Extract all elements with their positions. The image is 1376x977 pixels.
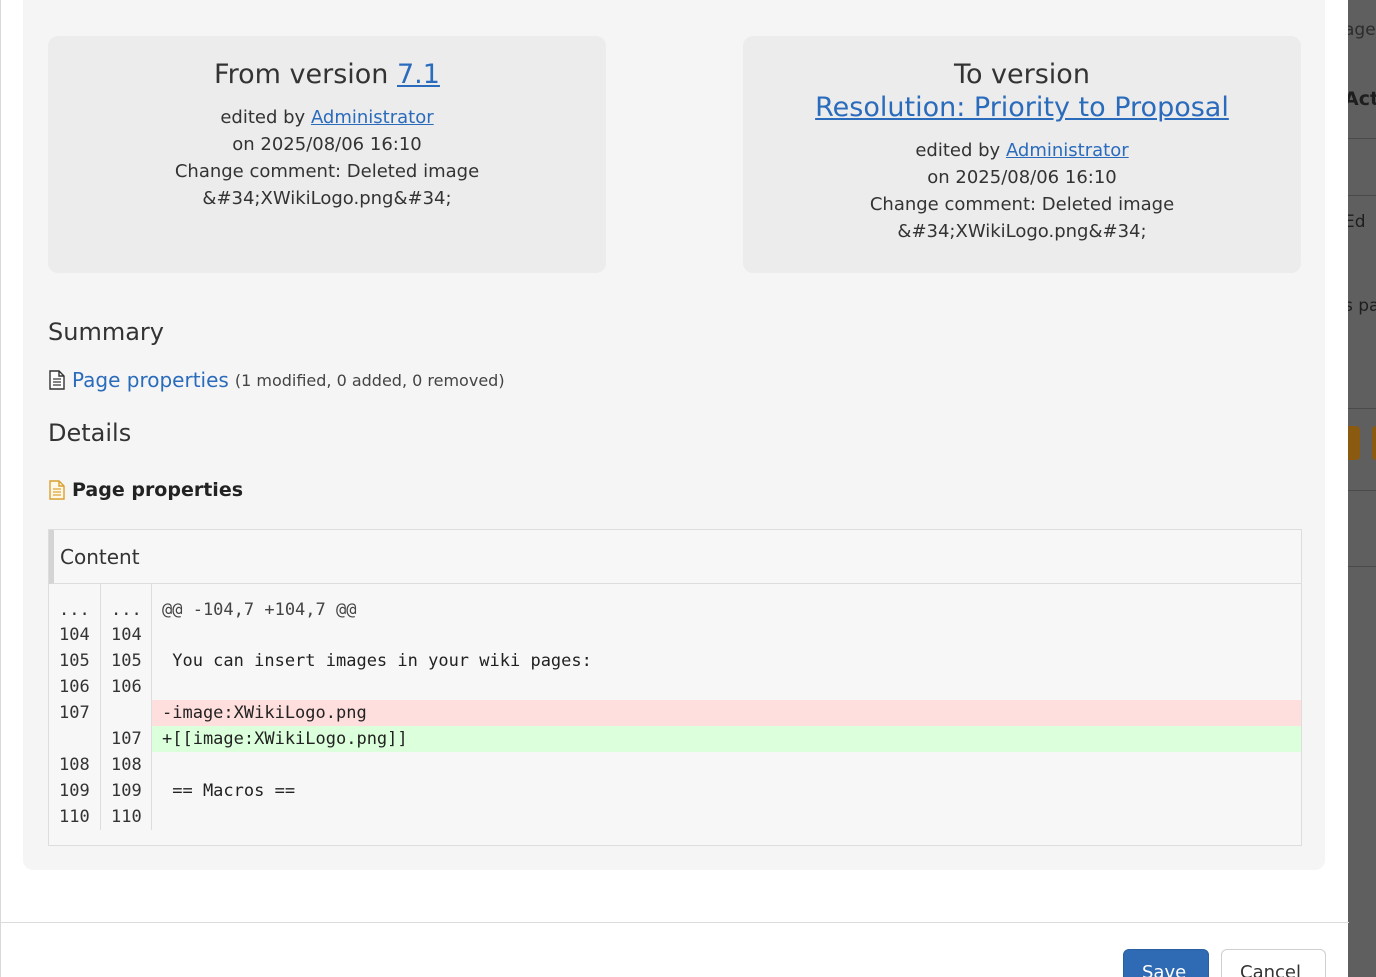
summary-heading: Summary: [48, 318, 164, 346]
details-section-title: Page properties: [48, 479, 243, 501]
old-line-number: 106: [49, 674, 101, 700]
new-line-number: 104: [101, 622, 152, 648]
compare-versions-modal: From version 7.1 edited by Administrator…: [0, 0, 1349, 977]
new-line-number: 108: [101, 752, 152, 778]
old-line-number: ...: [49, 584, 101, 622]
diff-code: +[[image:XWikiLogo.png]]: [152, 726, 1301, 752]
from-change-comment-cont: &#34;XWikiLogo.png&#34;: [202, 188, 452, 209]
diff-code: [152, 752, 1301, 778]
from-version-box: From version 7.1 edited by Administrator…: [48, 36, 606, 273]
diff-code: [152, 622, 1301, 648]
diff-context-line: 110 110: [49, 804, 1301, 830]
diff-hunk-header: ...... @@ -104,7 +104,7 @@: [49, 584, 1301, 622]
old-line-number: 108: [49, 752, 101, 778]
to-version-meta: edited by Administrator on 2025/08/06 16…: [743, 137, 1301, 245]
save-button[interactable]: Save: [1123, 949, 1209, 977]
background-divider: [1344, 195, 1376, 196]
background-divider: [1344, 138, 1376, 139]
new-line-number: 109: [101, 778, 152, 804]
diff-context-line: 106 106: [49, 674, 1301, 700]
diff-context-line: 105 105 You can insert images in your wik…: [49, 648, 1301, 674]
to-version-box: To version Resolution: Priority to Propo…: [743, 36, 1301, 273]
diff-context-line: 108 108: [49, 752, 1301, 778]
diff-code: @@ -104,7 +104,7 @@: [162, 600, 357, 620]
footer-divider: [1, 922, 1349, 923]
background-text: s pa: [1344, 296, 1376, 316]
old-line-number: 107: [49, 700, 101, 726]
background-divider: [1344, 490, 1376, 491]
background-button: [1372, 426, 1376, 460]
new-line-number: 107: [101, 726, 152, 752]
background-heading: Acti: [1344, 88, 1376, 110]
background-divider: [1344, 566, 1376, 567]
new-line-number: [101, 700, 152, 726]
diff-code: You can insert images in your wiki pages…: [162, 651, 592, 671]
to-version-date: on 2025/08/06 16:10: [927, 167, 1117, 188]
from-change-comment: Change comment: Deleted image: [174, 161, 480, 182]
to-change-comment: Change comment: Deleted image: [869, 194, 1175, 215]
background-text: age: [1344, 20, 1376, 40]
old-line-number: 109: [49, 778, 101, 804]
document-icon: [49, 370, 65, 390]
diff-body: ...... @@ -104,7 +104,7 @@ 104 104 105 105 Yo…: [49, 584, 1301, 830]
old-line-number: 104: [49, 622, 101, 648]
to-version-link[interactable]: Resolution: Priority to Proposal: [815, 92, 1229, 123]
to-version-heading: To version: [954, 59, 1090, 90]
new-line-number: ...: [101, 584, 152, 622]
diff-inserted-line: 107 +[[image:XWikiLogo.png]]: [49, 726, 1301, 752]
diff-code: [152, 804, 1301, 830]
from-version-title: From version 7.1: [214, 59, 440, 90]
cancel-button[interactable]: Cancel: [1221, 949, 1326, 977]
background-divider: [1344, 408, 1376, 409]
details-heading: Details: [48, 419, 132, 447]
new-line-number: 105: [101, 648, 152, 674]
content-diff: Content ...... @@ -104,7 +104,7 @@ 104 104 1…: [48, 529, 1302, 846]
new-line-number: 110: [101, 804, 152, 830]
diff-code: -image:XWikiLogo.png: [152, 700, 1301, 726]
summary-page-properties-link[interactable]: Page properties: [72, 368, 229, 392]
from-version-meta: edited by Administrator on 2025/08/06 16…: [48, 104, 606, 212]
to-change-comment-cont: &#34;XWikiLogo.png&#34;: [897, 221, 1147, 242]
old-line-number: 105: [49, 648, 101, 674]
diff-property-label: Content: [49, 530, 1301, 584]
from-author-link[interactable]: Administrator: [311, 107, 434, 128]
summary-entry: Page properties (1 modified, 0 added, 0 …: [48, 368, 505, 392]
diff-context-line: 109 109 == Macros ==: [49, 778, 1301, 804]
summary-counts: (1 modified, 0 added, 0 removed): [234, 370, 505, 390]
new-line-number: 106: [101, 674, 152, 700]
diff-deleted-line: 107 -image:XWikiLogo.png: [49, 700, 1301, 726]
old-line-number: 110: [49, 804, 101, 830]
from-version-link[interactable]: 7.1: [397, 59, 440, 90]
to-author-link[interactable]: Administrator: [1006, 140, 1129, 161]
diff-context-line: 104 104: [49, 622, 1301, 648]
diff-code: == Macros ==: [162, 781, 296, 801]
from-version-date: on 2025/08/06 16:10: [232, 134, 422, 155]
diff-code: [152, 674, 1301, 700]
document-modified-icon: [49, 480, 65, 500]
old-line-number: [49, 726, 101, 752]
